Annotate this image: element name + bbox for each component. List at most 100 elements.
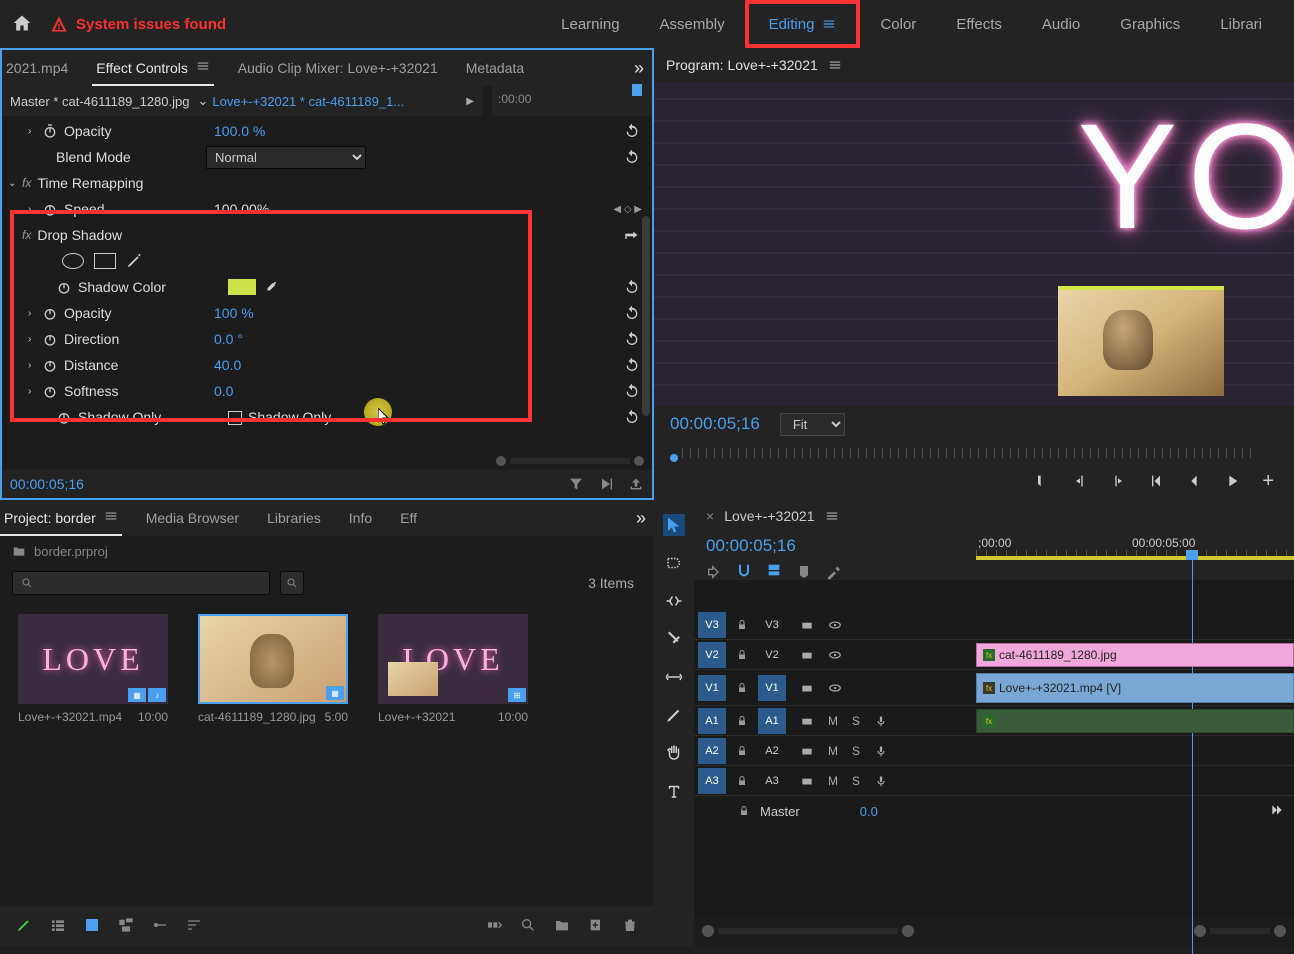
source-patch[interactable]: A3 <box>698 768 726 794</box>
mark-out-icon[interactable] <box>1072 473 1088 489</box>
marker-icon[interactable] <box>796 564 812 580</box>
stopwatch-icon[interactable] <box>42 357 58 373</box>
play-icon[interactable] <box>1224 473 1240 489</box>
hand-tool-icon[interactable] <box>663 742 685 764</box>
thumbnail[interactable]: ▦ <box>198 614 348 704</box>
program-ruler[interactable] <box>654 442 1294 462</box>
tab-media-browser[interactable]: Media Browser <box>142 502 243 534</box>
tab-libraries[interactable]: Libraries <box>263 502 325 534</box>
snap-icon[interactable] <box>736 562 752 581</box>
ripple-edit-icon[interactable] <box>663 590 685 612</box>
stopwatch-icon[interactable] <box>42 383 58 399</box>
sync-lock-icon[interactable] <box>800 618 814 632</box>
new-search-bin-button[interactable] <box>280 571 304 595</box>
effect-mini-timeline[interactable]: :00:00 <box>492 86 652 116</box>
list-view-icon[interactable] <box>50 917 66 936</box>
chevron-right-icon[interactable]: › <box>28 126 42 137</box>
eyedropper-icon[interactable] <box>264 280 278 294</box>
source-patch[interactable]: V2 <box>698 642 726 668</box>
freeform-view-icon[interactable] <box>118 917 134 936</box>
system-warning[interactable]: System issues found <box>50 15 226 33</box>
tab-source[interactable]: 2021.mp4 <box>2 52 72 84</box>
ws-audio[interactable]: Audio <box>1022 0 1100 48</box>
project-item[interactable]: ▦ cat-4611189_1280.jpg 5:00 <box>198 614 348 724</box>
new-bin-icon[interactable] <box>554 917 570 936</box>
reset-icon[interactable] <box>624 331 640 347</box>
tab-program[interactable]: Program: Love+-+32021 <box>666 57 818 73</box>
project-search-input[interactable] <box>12 571 270 595</box>
video-clip[interactable]: fxcat-4611189_1280.jpg <box>976 643 1294 667</box>
reset-icon[interactable] <box>624 227 640 243</box>
chevron-down-icon[interactable]: ⌄ <box>197 93 208 109</box>
track-target[interactable]: A1 <box>758 708 786 734</box>
stopwatch-icon[interactable] <box>56 279 72 295</box>
export-frame-icon[interactable] <box>628 476 644 492</box>
sync-lock-icon[interactable] <box>800 681 814 695</box>
thumbnail[interactable]: LOVE ⊞ <box>378 614 528 704</box>
mic-icon[interactable] <box>874 714 888 728</box>
track-select-icon[interactable] <box>663 552 685 574</box>
lock-icon[interactable] <box>730 675 754 701</box>
lock-icon[interactable] <box>730 738 754 764</box>
track-target[interactable]: V1 <box>758 675 786 701</box>
auto-match-icon[interactable] <box>486 917 502 936</box>
icon-view-icon[interactable] <box>84 917 100 936</box>
stopwatch-icon[interactable] <box>42 305 58 321</box>
chevron-right-icon[interactable]: › <box>28 204 42 215</box>
track-target[interactable]: V2 <box>758 642 786 668</box>
chevron-down-icon[interactable]: ⌄ <box>8 178 22 189</box>
shadow-color-swatch[interactable] <box>228 279 256 295</box>
linked-selection-icon[interactable] <box>766 562 782 581</box>
sequence-tab[interactable]: Love+-+32021 <box>724 508 814 524</box>
hamburger-icon[interactable] <box>825 509 839 523</box>
playhead-icon[interactable] <box>670 454 678 462</box>
chevron-right-icon[interactable]: › <box>28 360 42 371</box>
work-area-bar[interactable] <box>976 556 1294 560</box>
program-monitor[interactable]: YO <box>654 82 1294 406</box>
eye-icon[interactable] <box>828 681 842 695</box>
selection-tool-icon[interactable] <box>663 514 685 536</box>
solo-button[interactable]: S <box>852 774 860 788</box>
settings-icon[interactable] <box>826 564 842 580</box>
stopwatch-icon[interactable] <box>42 123 58 139</box>
ws-libraries[interactable]: Librari <box>1200 0 1282 48</box>
ellipse-mask-button[interactable] <box>62 253 84 269</box>
ws-color[interactable]: Color <box>860 0 936 48</box>
trash-icon[interactable] <box>622 917 638 936</box>
tab-effect-controls[interactable]: Effect Controls <box>92 51 213 86</box>
project-item[interactable]: LOVE ⊞ Love+-+32021 10:00 <box>378 614 528 724</box>
mute-button[interactable]: M <box>828 744 838 758</box>
tabs-overflow[interactable]: » <box>634 58 644 79</box>
direction-value[interactable]: 0.0 ° <box>214 331 334 347</box>
type-tool-icon[interactable] <box>663 780 685 802</box>
write-mode-icon[interactable] <box>16 917 32 936</box>
keyframe-nav[interactable]: ◀ ◇ ▶ <box>613 204 642 215</box>
eye-icon[interactable] <box>828 648 842 662</box>
bin-icon[interactable] <box>12 544 26 558</box>
ws-assembly[interactable]: Assembly <box>640 0 745 48</box>
stopwatch-icon[interactable] <box>56 409 72 425</box>
add-button[interactable]: + <box>1262 470 1274 493</box>
zoom-slider[interactable] <box>152 917 168 936</box>
slip-tool-icon[interactable] <box>663 666 685 688</box>
track-target[interactable]: A2 <box>758 738 786 764</box>
zoom-select[interactable]: Fit <box>780 413 845 436</box>
reset-icon[interactable] <box>624 383 640 399</box>
pen-mask-icon[interactable] <box>126 253 142 269</box>
stopwatch-icon[interactable] <box>42 331 58 347</box>
tab-effects-short[interactable]: Eff <box>396 502 421 534</box>
insert-icon[interactable] <box>706 564 722 580</box>
end-marker-icon[interactable] <box>1270 803 1284 820</box>
track-target[interactable]: A3 <box>758 768 786 794</box>
filter-icon[interactable] <box>568 476 584 492</box>
distance-value[interactable]: 40.0 <box>214 357 334 373</box>
timeline-ruler[interactable]: ;00:00 00:00:05:00 <box>972 532 1294 580</box>
speed-value[interactable]: 100.00% <box>214 201 334 217</box>
ws-graphics[interactable]: Graphics <box>1100 0 1200 48</box>
find-icon[interactable] <box>520 917 536 936</box>
chevron-right-icon[interactable]: › <box>28 386 42 397</box>
eye-icon[interactable] <box>828 618 842 632</box>
chevron-right-icon[interactable]: › <box>28 308 42 319</box>
tab-project[interactable]: Project: border <box>0 501 122 536</box>
solo-button[interactable]: S <box>852 714 860 728</box>
